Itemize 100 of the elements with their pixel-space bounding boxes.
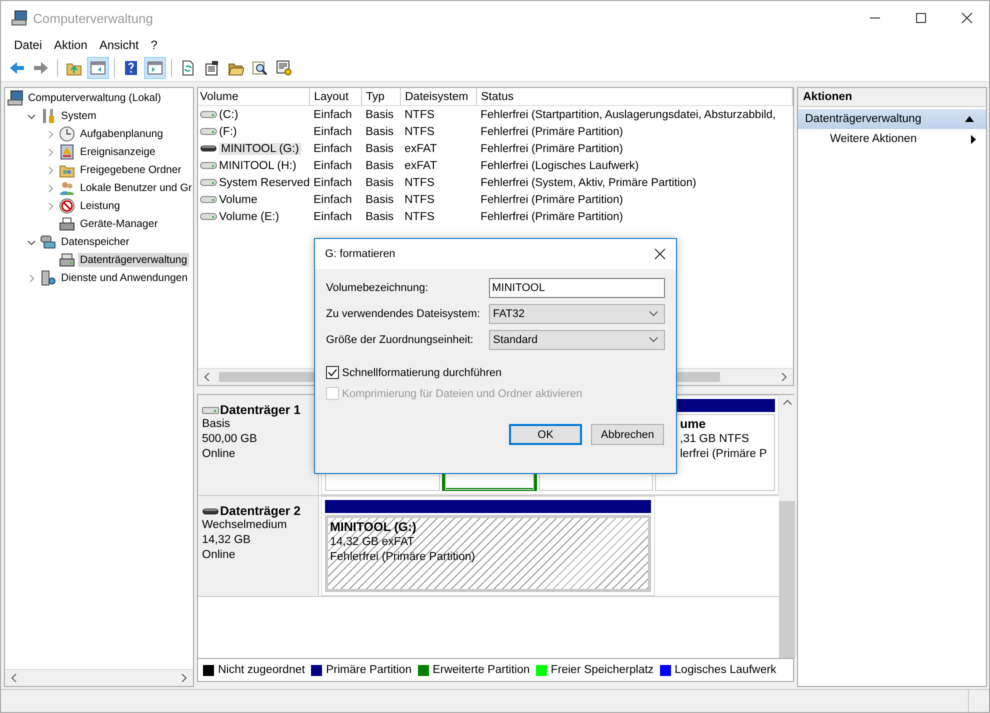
field-label: Volumebezeichnung: — [326, 282, 430, 294]
menu-item[interactable]: Datei — [8, 38, 48, 52]
partition-status: Fehlerfrei (Primäre Partition) — [330, 550, 476, 565]
tree-item[interactable]: Dienste und Anwendungen — [59, 271, 190, 285]
column-header[interactable]: Volume — [198, 88, 310, 106]
text-field[interactable]: MINITOOL — [489, 278, 665, 298]
panel-left-icon[interactable] — [88, 58, 108, 78]
chevron-right-icon[interactable] — [46, 130, 55, 138]
column-header[interactable]: Layout — [310, 88, 362, 106]
table-cell[interactable]: MINITOOL (H:) — [219, 160, 296, 172]
forward-arrow-icon[interactable] — [33, 60, 49, 76]
column-header[interactable]: Typ — [362, 88, 400, 106]
properties-icon[interactable] — [204, 60, 220, 76]
menu-item[interactable]: Ansicht — [93, 38, 145, 52]
chevron-right-icon[interactable] — [46, 202, 55, 210]
disk-info: 500,00 GB — [202, 432, 258, 447]
server-gear-icon — [40, 270, 56, 286]
panel-right-icon[interactable] — [145, 58, 165, 78]
table-cell-text: Basis — [364, 192, 395, 208]
tree-item[interactable]: Geräte-Manager — [78, 217, 160, 231]
table-cell-text: Basis — [364, 142, 395, 156]
disk-label[interactable]: Datenträger 2 Wechselmedium 14,32 GB Online — [198, 496, 319, 596]
action-item[interactable]: Weitere Aktionen — [798, 129, 986, 149]
table-cell-text: Einfach — [312, 192, 353, 208]
partition-status: lerfrei (Primäre P — [680, 447, 768, 462]
disk-info: Basis — [202, 417, 232, 432]
disk-name: Datenträger 1 — [220, 403, 301, 417]
scroll-right-icon[interactable] — [180, 674, 188, 682]
legend-label: Erweiterte Partition — [432, 664, 530, 676]
horizontal-scrollbar[interactable] — [5, 669, 193, 686]
maximize-icon[interactable] — [915, 12, 927, 24]
table-cell-text: Basis — [364, 124, 395, 140]
chevron-right-icon[interactable] — [46, 148, 55, 156]
table-cell: Einfach — [310, 106, 362, 123]
table-cell[interactable]: Volume (E:) — [219, 210, 280, 222]
close-icon[interactable] — [654, 248, 666, 260]
disk-label[interactable]: Datenträger 1 Basis 500,00 GB Online — [198, 395, 319, 495]
table-cell-text: NTFS — [404, 124, 436, 140]
tools-icon — [40, 108, 56, 124]
checkbox[interactable] — [326, 366, 339, 379]
menu-item[interactable]: ? — [144, 38, 164, 52]
chevron-down-icon[interactable] — [27, 238, 36, 246]
column-header[interactable]: Dateisystem — [400, 88, 476, 106]
tree-item[interactable]: Ereignisanzeige — [78, 145, 158, 159]
ok-button[interactable]: OK — [509, 424, 582, 445]
table-cell-text: Fehlerfrei (Logisches Laufwerk) — [480, 158, 640, 174]
computer-icon — [7, 90, 23, 106]
tree-item[interactable]: Datenträgerverwaltung — [78, 253, 190, 267]
scroll-up-icon[interactable] — [782, 399, 792, 405]
vertical-scrollbar[interactable] — [779, 395, 795, 658]
column-header[interactable]: Status — [476, 88, 792, 106]
table-cell-text: Fehlerfrei (Primäre Partition) — [480, 192, 624, 208]
refresh-icon[interactable] — [180, 60, 196, 76]
table-cell[interactable]: (C:) — [219, 108, 238, 120]
table-cell-text: exFAT — [404, 158, 438, 174]
legend-label: Logisches Laufwerk — [674, 664, 776, 676]
table-cell[interactable]: MINITOOL (G:) — [219, 142, 301, 154]
table-cell[interactable]: Volume — [219, 194, 258, 206]
tree-item[interactable]: Leistung — [78, 199, 122, 213]
disk-info: 14,32 GB — [202, 533, 252, 548]
chevron-down-icon — [649, 311, 658, 317]
partition-size: 14,32 GB exFAT — [330, 535, 416, 550]
tree-item[interactable]: Freigegebene Ordner — [78, 163, 184, 177]
partition-name: MINITOOL (G:) — [330, 520, 418, 535]
scroll-right-icon[interactable] — [780, 373, 788, 381]
settings-icon[interactable] — [276, 60, 292, 76]
checkbox-label[interactable]: Schnellformatierung durchführen — [342, 366, 502, 378]
table-cell-text: NTFS — [404, 210, 436, 224]
table-cell-text: Fehlerfrei (System, Aktiv, Primäre Partition) — [480, 176, 698, 190]
search-icon[interactable] — [252, 60, 268, 76]
table-cell-text: Basis — [364, 158, 395, 174]
chevron-right-icon[interactable] — [46, 184, 55, 192]
table-cell-text: Basis — [364, 210, 395, 224]
tree-item[interactable]: System — [59, 109, 98, 123]
chevron-right-icon[interactable] — [46, 166, 55, 174]
chevron-down-icon[interactable] — [27, 112, 36, 120]
tree-item[interactable]: Computerverwaltung (Lokal) — [26, 91, 164, 105]
dropdown[interactable]: FAT32 — [489, 304, 665, 324]
action-section[interactable]: Datenträgerverwaltung — [798, 109, 986, 129]
removable-drive-icon — [200, 144, 217, 153]
table-cell[interactable]: (F:) — [219, 126, 237, 138]
scroll-left-icon[interactable] — [10, 674, 18, 682]
chevron-right-icon[interactable] — [27, 274, 36, 282]
cancel-button[interactable]: Abbrechen — [591, 424, 664, 445]
table-cell: Basis — [362, 106, 400, 123]
table-cell: Einfach — [310, 174, 362, 191]
collapse-triangle-icon — [965, 116, 974, 122]
tree-item[interactable]: Datenspeicher — [59, 235, 132, 249]
menu-item[interactable]: Aktion — [48, 38, 94, 52]
dropdown[interactable]: Standard — [489, 330, 665, 350]
help-icon[interactable] — [123, 60, 139, 76]
table-cell-text: Fehlerfrei (Primäre Partition) — [480, 142, 624, 156]
back-arrow-icon[interactable] — [9, 60, 25, 76]
field-label: Zu verwendendes Dateisystem: — [326, 308, 482, 320]
tree-item[interactable]: Aufgabenplanung — [78, 127, 166, 141]
tree-item[interactable]: Lokale Benutzer und Gr — [78, 181, 193, 195]
drive-icon — [200, 195, 217, 204]
table-cell[interactable]: System Reserved — [219, 176, 310, 188]
scroll-left-icon[interactable] — [203, 373, 211, 381]
close-icon[interactable] — [961, 12, 973, 24]
